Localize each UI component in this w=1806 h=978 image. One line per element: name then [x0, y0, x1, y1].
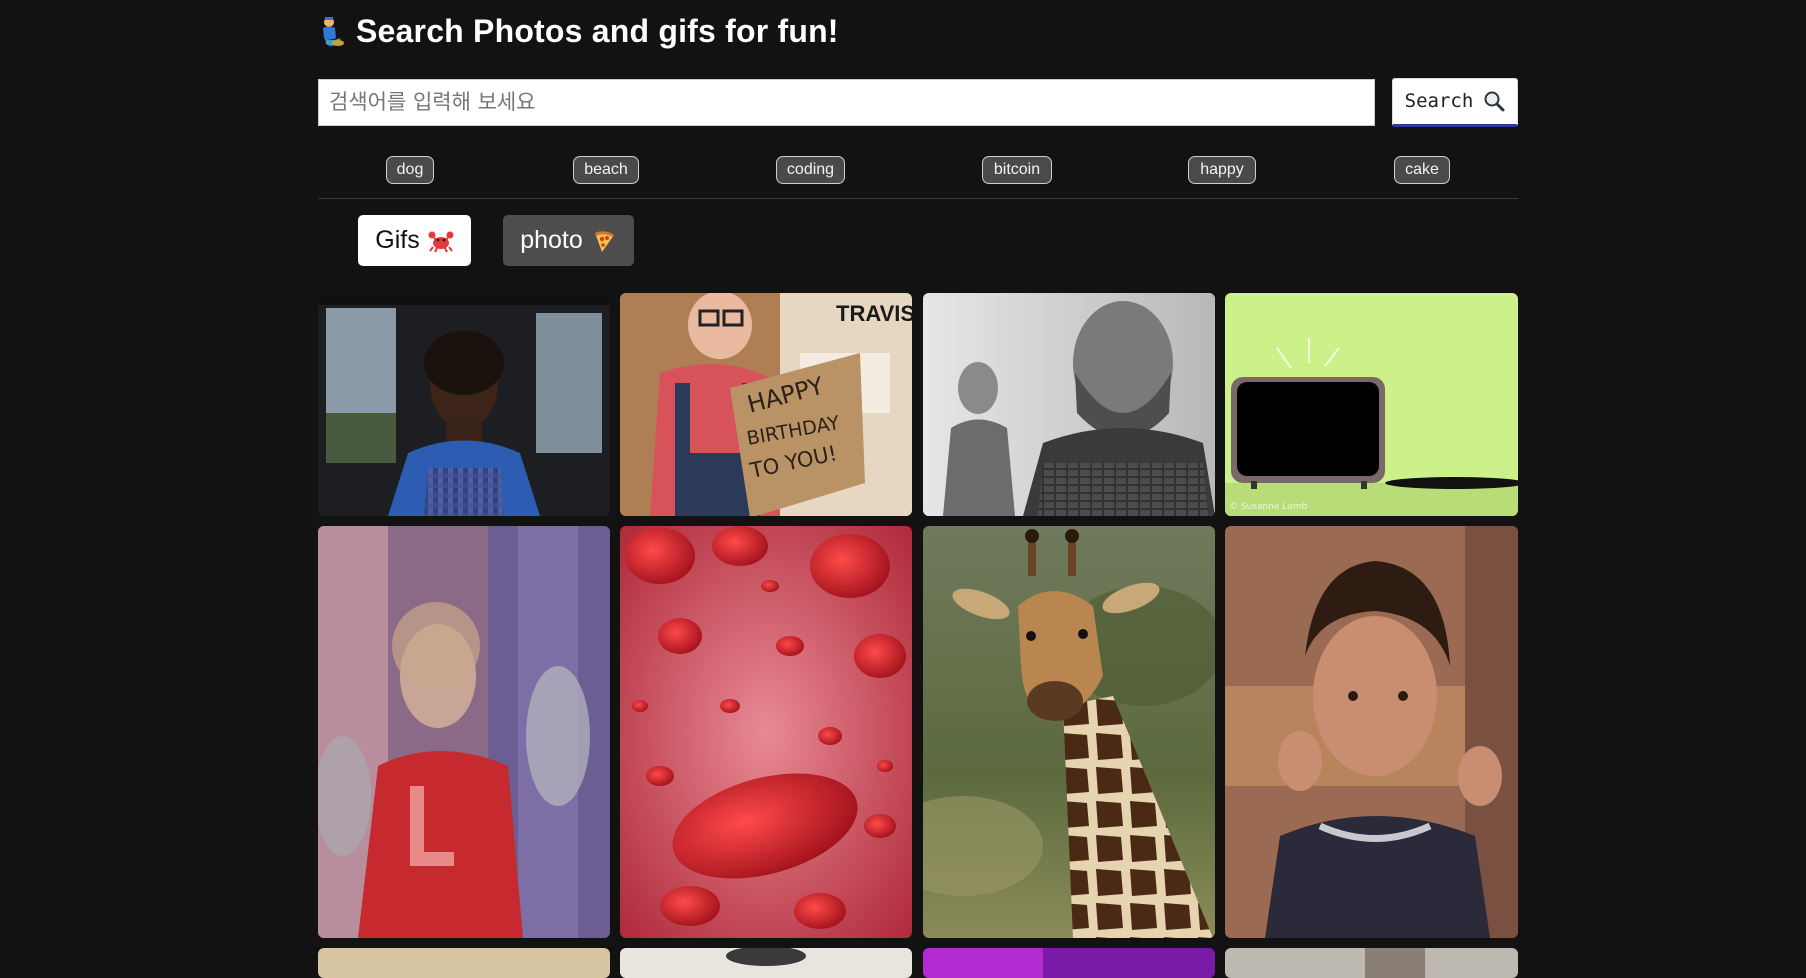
happy-birthday-image: HAPPY BIRTHDAY TO YOU! TRAVIS: [620, 293, 912, 516]
genie-icon: [323, 17, 344, 46]
media-type-tabs: Gifs photo: [318, 199, 1518, 283]
red-blood-cells-image: [620, 526, 912, 938]
search-input[interactable]: [318, 78, 1375, 126]
result-row3-item-1[interactable]: [318, 948, 610, 978]
result-happy-birthday-sign[interactable]: HAPPY BIRTHDAY TO YOU! TRAVIS: [620, 293, 912, 516]
pizza-icon: [594, 230, 614, 252]
result-row3-item-4[interactable]: [1225, 948, 1518, 978]
magnifier-icon: [1484, 91, 1505, 112]
tag-bitcoin[interactable]: bitcoin: [982, 156, 1052, 184]
search-button-label: Search: [1404, 90, 1474, 112]
crab-icon: [428, 231, 454, 252]
row3-item-4-image: [1225, 948, 1518, 978]
tv-cartoon-image: © Susanne Lamb: [1225, 293, 1518, 516]
result-giraffe[interactable]: [923, 526, 1215, 938]
tag-coding[interactable]: coding: [776, 156, 845, 184]
bearded-man-image: [923, 293, 1215, 516]
giraffe-image: [923, 526, 1215, 938]
page: Search Photos and gifs for fun! Search d…: [318, 0, 1518, 283]
tag-dog[interactable]: dog: [386, 156, 434, 184]
tab-photo[interactable]: photo: [503, 215, 634, 266]
row3-item-2-image: [620, 948, 912, 978]
result-woman-in-car[interactable]: [318, 293, 610, 516]
cheerleader-image: [318, 526, 610, 938]
result-cheerleader[interactable]: [318, 526, 610, 938]
tag-beach[interactable]: beach: [573, 156, 639, 184]
search-button[interactable]: Search: [1392, 77, 1518, 127]
travis-logo-text: TRAVIS: [836, 301, 912, 326]
header: Search Photos and gifs for fun!: [318, 0, 1518, 62]
tab-gifs-label: Gifs: [375, 226, 420, 254]
tag-happy[interactable]: happy: [1188, 156, 1256, 184]
result-row3-item-2[interactable]: [620, 948, 912, 978]
row3-item-1-image: [318, 948, 610, 978]
tag-cake[interactable]: cake: [1394, 156, 1450, 184]
search-bar: Search: [318, 77, 1518, 127]
tab-gifs[interactable]: Gifs: [358, 215, 471, 266]
suggested-tags: dog beach coding bitcoin happy cake: [318, 126, 1518, 199]
result-bearded-man-grayscale[interactable]: [923, 293, 1215, 516]
result-tv-cartoon[interactable]: © Susanne Lamb: [1225, 293, 1518, 516]
tab-photo-label: photo: [520, 226, 583, 254]
boy-gesturing-image: [1225, 526, 1518, 938]
page-title: Search Photos and gifs for fun!: [356, 12, 839, 49]
woman-in-car-image: [318, 293, 610, 516]
row3-item-3-image: [923, 948, 1215, 978]
result-red-blood-cells[interactable]: [620, 526, 912, 938]
result-row3-item-3[interactable]: [923, 948, 1215, 978]
tv-cartoon-watermark: © Susanne Lamb: [1229, 502, 1308, 512]
result-boy-gesturing[interactable]: [1225, 526, 1518, 938]
